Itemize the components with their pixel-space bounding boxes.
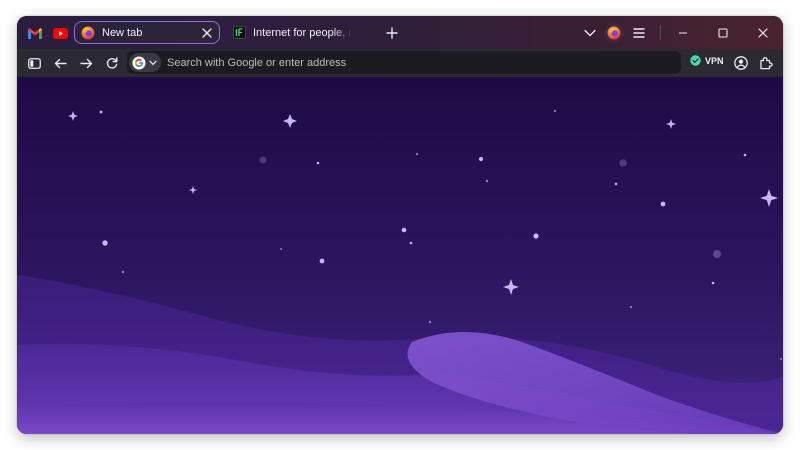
tab-title: New tab	[102, 26, 143, 39]
maximize-icon	[718, 28, 728, 38]
tab-title: Internet for people, no	[253, 26, 353, 39]
gmail-icon	[28, 27, 42, 39]
new-tab-page	[17, 77, 783, 434]
tab-mozilla[interactable]: Internet for people, no	[229, 21, 359, 44]
vpn-shield-check-icon	[690, 55, 701, 66]
minimize-button[interactable]	[672, 22, 694, 44]
address-bar[interactable]	[127, 51, 681, 74]
forward-button[interactable]	[75, 52, 97, 74]
new-tab-button[interactable]	[381, 22, 403, 44]
maximize-button[interactable]	[712, 22, 734, 44]
tab-new-tab[interactable]: New tab	[74, 21, 220, 44]
mozilla-icon	[233, 26, 246, 39]
pinned-tab-youtube[interactable]	[49, 22, 71, 44]
close-icon	[758, 28, 768, 38]
puzzle-piece-icon	[760, 56, 773, 70]
reload-button[interactable]	[101, 52, 123, 74]
url-input[interactable]	[167, 51, 667, 74]
hamburger-icon	[633, 28, 645, 38]
account-button[interactable]	[730, 52, 752, 74]
google-icon	[132, 56, 146, 70]
reload-icon	[106, 57, 118, 69]
tab-strip: New tab Internet for people, no	[17, 16, 783, 49]
sidebar-icon	[27, 57, 41, 69]
account-icon	[734, 56, 748, 70]
youtube-icon	[52, 27, 68, 39]
pinned-tab-gmail[interactable]	[24, 22, 46, 44]
firefox-icon	[81, 26, 95, 40]
night-sky-background	[17, 77, 783, 434]
back-button[interactable]	[49, 52, 71, 74]
list-all-tabs-button[interactable]	[579, 22, 601, 44]
navigation-toolbar: VPN	[17, 49, 783, 77]
close-tab-icon[interactable]	[200, 26, 213, 39]
extensions-button[interactable]	[755, 52, 777, 74]
vpn-button[interactable]: VPN	[690, 55, 724, 66]
chevron-down-icon	[584, 29, 596, 37]
window-controls-divider	[660, 25, 661, 40]
plus-icon	[386, 27, 398, 39]
chevron-down-icon	[149, 60, 157, 66]
menu-button[interactable]	[628, 22, 650, 44]
sidebar-toggle-button[interactable]	[23, 52, 45, 74]
arrow-right-icon	[79, 58, 92, 68]
firefox-account-button[interactable]	[603, 22, 625, 44]
search-engine-button[interactable]	[129, 53, 161, 72]
arrow-left-icon	[54, 58, 67, 68]
close-window-button[interactable]	[752, 22, 774, 44]
vpn-label: VPN	[705, 55, 724, 66]
browser-window: New tab Internet for people, no Search w…	[17, 16, 783, 434]
firefox-icon	[604, 23, 624, 43]
minimize-icon	[679, 32, 687, 34]
